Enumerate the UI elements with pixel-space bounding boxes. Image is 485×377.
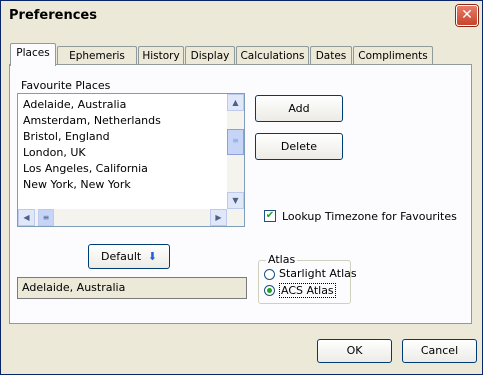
default-button-label: Default bbox=[101, 250, 142, 263]
scroll-left-icon[interactable]: ◀ bbox=[18, 209, 35, 226]
atlas-groupbox: Atlas Starlight Atlas ACS Atlas bbox=[258, 253, 357, 304]
lookup-timezone-checkbox[interactable]: ✔ bbox=[264, 210, 276, 222]
tab-display[interactable]: Display bbox=[185, 46, 235, 64]
cancel-button[interactable]: Cancel bbox=[402, 339, 477, 363]
acs-atlas-radio[interactable] bbox=[264, 285, 275, 296]
scroll-thumb[interactable]: ≡ bbox=[227, 129, 244, 155]
hscroll-thumb[interactable]: ≡ bbox=[38, 209, 54, 226]
starlight-atlas-radio[interactable] bbox=[264, 269, 275, 280]
cancel-button-label: Cancel bbox=[420, 344, 459, 357]
tab-compliments[interactable]: Compliments bbox=[353, 46, 433, 64]
list-item[interactable]: London, UK bbox=[23, 146, 86, 159]
favourite-places-label: Favourite Places bbox=[21, 79, 111, 92]
favourite-places-list[interactable]: Adelaide, Australia Amsterdam, Netherlan… bbox=[17, 93, 245, 227]
list-item[interactable]: Bristol, England bbox=[23, 130, 110, 143]
default-place-field[interactable]: Adelaide, Australia bbox=[17, 277, 247, 299]
close-button[interactable]: ✕ bbox=[456, 5, 478, 26]
atlas-group-label: Atlas bbox=[266, 253, 298, 266]
vertical-scrollbar[interactable]: ▲ ≡ ▼ bbox=[227, 94, 244, 209]
list-item[interactable]: Adelaide, Australia bbox=[23, 98, 126, 111]
default-button[interactable]: Default ⬇ bbox=[88, 244, 170, 269]
scroll-right-icon[interactable]: ▶ bbox=[210, 209, 227, 226]
tab-ephemeris[interactable]: Ephemeris bbox=[57, 46, 137, 64]
horizontal-scrollbar[interactable]: ◀ ≡ ▶ bbox=[18, 209, 244, 226]
list-item[interactable]: New York, New York bbox=[23, 178, 131, 191]
down-arrow-icon: ⬇ bbox=[147, 250, 157, 263]
scroll-down-icon[interactable]: ▼ bbox=[227, 192, 244, 209]
tab-history[interactable]: History bbox=[138, 46, 184, 64]
tab-places[interactable]: Places bbox=[10, 43, 56, 66]
scroll-up-icon[interactable]: ▲ bbox=[227, 94, 244, 111]
add-button[interactable]: Add bbox=[255, 95, 343, 122]
ok-button[interactable]: OK bbox=[317, 339, 392, 363]
list-item[interactable]: Los Angeles, California bbox=[23, 162, 148, 175]
window-title: Preferences bbox=[9, 8, 97, 23]
lookup-timezone-label[interactable]: Lookup Timezone for Favourites bbox=[282, 210, 457, 223]
tab-dates[interactable]: Dates bbox=[310, 46, 352, 64]
delete-button-label: Delete bbox=[280, 140, 318, 153]
acs-atlas-label[interactable]: ACS Atlas bbox=[279, 283, 336, 298]
starlight-atlas-label[interactable]: Starlight Atlas bbox=[279, 267, 357, 280]
add-button-label: Add bbox=[288, 102, 310, 115]
list-item[interactable]: Amsterdam, Netherlands bbox=[23, 114, 161, 127]
tab-calculations[interactable]: Calculations bbox=[236, 46, 309, 64]
title-bar[interactable]: Preferences ✕ bbox=[1, 1, 482, 29]
ok-button-label: OK bbox=[346, 344, 363, 357]
delete-button[interactable]: Delete bbox=[255, 133, 343, 160]
